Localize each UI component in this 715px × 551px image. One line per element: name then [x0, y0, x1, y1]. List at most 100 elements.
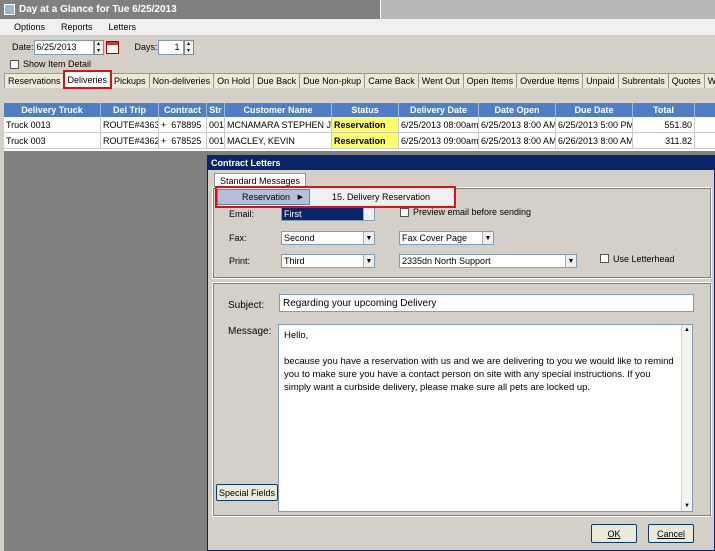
subject-input[interactable]: Regarding your upcoming Delivery [279, 294, 694, 312]
show-item-detail-label: Show Item Detail [23, 59, 92, 69]
chevron-down-icon[interactable]: ▼ [363, 208, 374, 220]
status-badge: Reservation [332, 133, 399, 148]
col-date-open[interactable]: Date Open [479, 103, 556, 117]
tab-reservations[interactable]: Reservations [4, 73, 65, 88]
chevron-down-icon[interactable]: ▼ [565, 255, 576, 267]
preview-email-checkbox[interactable] [400, 208, 409, 217]
title-bar: Day at a Glance for Tue 6/25/2013 [0, 0, 715, 19]
email-select-value: First [284, 209, 302, 219]
cell-str: 001 [207, 133, 225, 148]
menu-reports[interactable]: Reports [61, 22, 93, 32]
cell-contract: +678895 [159, 117, 207, 132]
printer-select-value: 2335dn North Support [402, 256, 491, 266]
cell-trip: ROUTE#4363 [101, 117, 159, 132]
message-label: Message: [228, 326, 272, 337]
background-window [380, 0, 715, 19]
col-due-date[interactable]: Due Date [556, 103, 633, 117]
tab-unpaid[interactable]: Unpaid [582, 73, 619, 88]
print-label: Print: [229, 256, 251, 266]
tab-non-deliveries[interactable]: Non-deliveries [148, 73, 215, 88]
tab-pickups[interactable]: Pickups [110, 73, 150, 88]
cell-contract: +678525 [159, 133, 207, 148]
date-bar: Date: 6/25/2013 ▲ ▼ Days: 1 ▲ ▼ [0, 36, 715, 58]
days-input[interactable]: 1 [157, 39, 184, 55]
message-textarea[interactable]: Hello, because you have a reservation wi… [278, 324, 693, 512]
show-item-detail-row: Show Item Detail [10, 59, 91, 69]
message-scrollbar[interactable]: ▲ ▼ [681, 325, 692, 511]
print-select-value: Third [284, 256, 305, 266]
col-delivery-date[interactable]: Delivery Date [399, 103, 479, 117]
tab-due-non-pkup[interactable]: Due Non-pkup [299, 73, 366, 88]
expand-icon[interactable]: + [161, 120, 166, 130]
email-label: Email: [229, 209, 255, 219]
cell-total: 551.80 [633, 117, 695, 132]
scroll-down-icon[interactable]: ▼ [682, 501, 692, 511]
expand-icon[interactable]: + [161, 136, 166, 146]
tab-subrentals[interactable]: Subrentals [617, 73, 669, 88]
menu-item-reservation[interactable]: Reservation ▶ [217, 189, 310, 205]
tab-overdue-items[interactable]: Overdue Items [516, 73, 584, 88]
col-contract[interactable]: Contract [159, 103, 207, 117]
tab-open-items[interactable]: Open Items [462, 73, 518, 88]
menu-letters[interactable]: Letters [109, 22, 137, 32]
tab-standard-messages[interactable]: Standard Messages [214, 173, 307, 187]
tab-came-back[interactable]: Came Back [364, 73, 419, 88]
col-delivery-truck[interactable]: Delivery Truck [4, 103, 101, 117]
contract-number: 678895 [171, 119, 202, 130]
col-del-trip[interactable]: Del Trip [101, 103, 159, 117]
chevron-down-icon[interactable]: ▼ [363, 255, 374, 267]
status-badge: Reservation [332, 117, 399, 132]
date-input[interactable]: 6/25/2013 [33, 39, 94, 55]
fax-cover-select[interactable]: Fax Cover Page ▼ [399, 231, 494, 245]
grid-header: Delivery Truck Del Trip Contract Str Cus… [4, 103, 715, 117]
cell-date-open: 6/25/2013 8:00 AM [479, 117, 556, 132]
email-select[interactable]: First ▼ [281, 207, 375, 221]
tab-strip: Reservations Deliveries Pickups Non-deli… [4, 70, 715, 89]
special-fields-button[interactable]: Special Fields [216, 484, 278, 501]
tab-deliveries[interactable]: Deliveries [62, 70, 113, 89]
menu-options[interactable]: Options [14, 22, 45, 32]
days-spinner[interactable]: ▲ ▼ [183, 39, 194, 55]
table-row[interactable]: Truck 0013 ROUTE#4363 +678895 001 MCNAMA… [4, 117, 715, 133]
col-total[interactable]: Total [633, 103, 695, 117]
window-title: Day at a Glance for Tue 6/25/2013 [19, 4, 177, 15]
print-select[interactable]: Third ▼ [281, 254, 375, 268]
preview-email-label: Preview email before sending [413, 207, 532, 217]
col-customer-name[interactable]: Customer Name [225, 103, 332, 117]
fax-select[interactable]: Second ▼ [281, 231, 375, 245]
cell-total: 311.82 [633, 133, 695, 148]
cell-truck: Truck 0013 [4, 117, 101, 132]
submenu-arrow-icon: ▶ [297, 194, 303, 201]
cell-truck: Truck 003 [4, 133, 101, 148]
tab-due-back[interactable]: Due Back [253, 73, 301, 88]
submenu-item-delivery-reservation[interactable]: 15. Delivery Reservation [332, 192, 430, 202]
cell-due-date: 6/26/2013 8:00 AM [556, 133, 633, 148]
cell-delivery-date: 6/25/2013 09:00am [399, 133, 479, 148]
tab-work[interactable]: Wor [703, 73, 715, 88]
tab-on-hold[interactable]: On Hold [213, 73, 255, 88]
message-greeting: Hello, [284, 330, 309, 341]
cell-delivery-date: 6/25/2013 08:00am [399, 117, 479, 132]
message-body: because you have a reservation with us a… [284, 356, 674, 393]
tab-went-out[interactable]: Went Out [417, 73, 464, 88]
days-label: Days: [134, 42, 158, 52]
ok-button[interactable]: OK [591, 524, 637, 543]
cell-date-open: 6/25/2013 8:00 AM [479, 133, 556, 148]
use-letterhead-checkbox[interactable] [600, 254, 609, 263]
tab-quotes[interactable]: Quotes [667, 73, 705, 88]
calendar-icon[interactable] [105, 40, 119, 54]
date-spinner[interactable]: ▲ ▼ [93, 39, 104, 55]
col-str[interactable]: Str [207, 103, 225, 117]
table-row[interactable]: Truck 003 ROUTE#4362 +678525 001 MACLEY,… [4, 133, 715, 149]
chevron-down-icon[interactable]: ▼ [363, 232, 374, 244]
use-letterhead-label: Use Letterhead [613, 254, 675, 264]
cancel-button[interactable]: Cancel [648, 524, 694, 543]
scroll-up-icon[interactable]: ▲ [682, 325, 692, 335]
cell-trip: ROUTE#4362 [101, 133, 159, 148]
contract-number: 678525 [171, 135, 202, 146]
col-status[interactable]: Status [332, 103, 399, 117]
show-item-detail-checkbox[interactable] [10, 59, 19, 69]
chevron-down-icon[interactable]: ▼ [482, 232, 493, 244]
printer-select[interactable]: 2335dn North Support ▼ [399, 254, 577, 268]
menu-item-label: Reservation [242, 192, 291, 202]
